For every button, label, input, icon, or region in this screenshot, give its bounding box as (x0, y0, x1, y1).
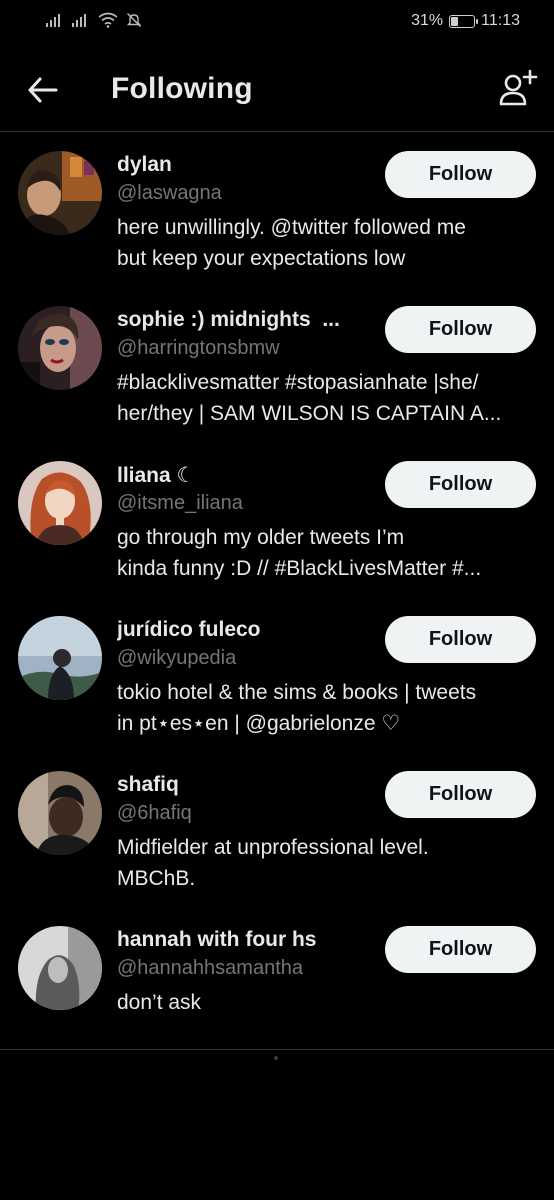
avatar[interactable] (18, 771, 102, 855)
user-row[interactable]: lliana ☾ @itsme_iliana go through my old… (0, 443, 554, 598)
user-bio-line: MBChB. (117, 867, 196, 890)
user-bio: tokio hotel & the sims & books | tweets … (117, 677, 527, 739)
wifi-icon (98, 12, 118, 28)
status-icons-right: 31% 11:13 (411, 12, 520, 30)
avatar[interactable] (18, 461, 102, 545)
avatar[interactable] (18, 926, 102, 1010)
user-handle: @hannahhsamantha (117, 957, 303, 979)
user-row[interactable]: sophie :) midnights ... @harringtonsbmw … (0, 288, 554, 443)
following-list: dylan @laswagna here unwillingly. @twitt… (0, 133, 554, 1050)
user-display-name: shafiq (117, 773, 179, 796)
user-bio-line: her/they | SAM WILSON IS CAPTAIN A... (117, 402, 502, 425)
user-bio-line: in pt⋆es⋆en | @gabrielonze ♡ (117, 712, 401, 735)
user-row[interactable]: shafiq @6hafiq Midfielder at unprofessio… (0, 753, 554, 908)
user-handle: @itsme_iliana (117, 492, 243, 514)
user-handle: @harringtonsbmw (117, 337, 280, 359)
follow-button[interactable]: Follow (385, 461, 536, 508)
follow-button[interactable]: Follow (385, 306, 536, 353)
page-title: Following (111, 72, 253, 105)
user-bio: #blacklivesmatter #stopasianhate |she/ h… (117, 367, 527, 429)
user-bio: Midfielder at unprofessional level. MBCh… (117, 832, 527, 894)
user-display-name: hannah with four hs (117, 928, 317, 951)
user-bio: don’t ask (117, 987, 527, 1018)
user-display-name: sophie :) midnights ... (117, 308, 340, 331)
user-handle: @wikyupedia (117, 647, 237, 669)
avatar[interactable] (18, 151, 102, 235)
user-bio-line: but keep your expectations low (117, 247, 406, 270)
user-handle: @6hafiq (117, 802, 192, 824)
clock: 11:13 (481, 12, 520, 29)
user-bio-line: #blacklivesmatter #stopasianhate |she/ (117, 371, 479, 394)
bell-off-icon (126, 13, 142, 27)
add-user-icon[interactable] (498, 68, 538, 108)
user-handle: @laswagna (117, 182, 222, 204)
battery-level (451, 16, 458, 26)
user-bio-line: go through my older tweets I’m (117, 526, 405, 549)
user-bio-line: kinda funny :D // #BlackLivesMatter #... (117, 557, 482, 580)
user-bio: here unwillingly. @twitter followed me b… (117, 212, 527, 274)
top-app-bar: Following (0, 46, 554, 132)
avatar[interactable] (18, 616, 102, 700)
user-bio-line: tokio hotel & the sims & books | tweets (117, 681, 477, 704)
follow-button[interactable]: Follow (385, 771, 536, 818)
follow-button[interactable]: Follow (385, 151, 536, 198)
battery-percent: 31% (411, 12, 444, 29)
battery-icon (449, 14, 479, 28)
user-row[interactable]: jurídico fuleco @wikyupedia tokio hotel … (0, 598, 554, 753)
user-display-name: jurídico fuleco (117, 618, 261, 641)
user-display-name: dylan (117, 153, 178, 176)
loading-indicator (274, 1056, 278, 1060)
back-arrow-icon[interactable] (26, 76, 60, 104)
user-bio-line: here unwillingly. @twitter followed me (117, 216, 466, 239)
user-bio-line: don’t ask (117, 991, 202, 1014)
user-bio: go through my older tweets I’m kinda fun… (117, 522, 527, 584)
status-bar: 31% 11:13 (0, 0, 554, 46)
user-row[interactable]: dylan @laswagna here unwillingly. @twitt… (0, 133, 554, 288)
avatar[interactable] (18, 306, 102, 390)
user-row[interactable]: hannah with four hs @hannahhsamantha don… (0, 908, 554, 1050)
signal-icon (46, 14, 60, 27)
signal-icon-2 (72, 14, 86, 27)
user-bio-line: Midfielder at unprofessional level. (117, 836, 429, 859)
user-display-name: lliana ☾ (117, 464, 196, 487)
status-icons-left (46, 12, 142, 28)
follow-button[interactable]: Follow (385, 616, 536, 663)
follow-button[interactable]: Follow (385, 926, 536, 973)
